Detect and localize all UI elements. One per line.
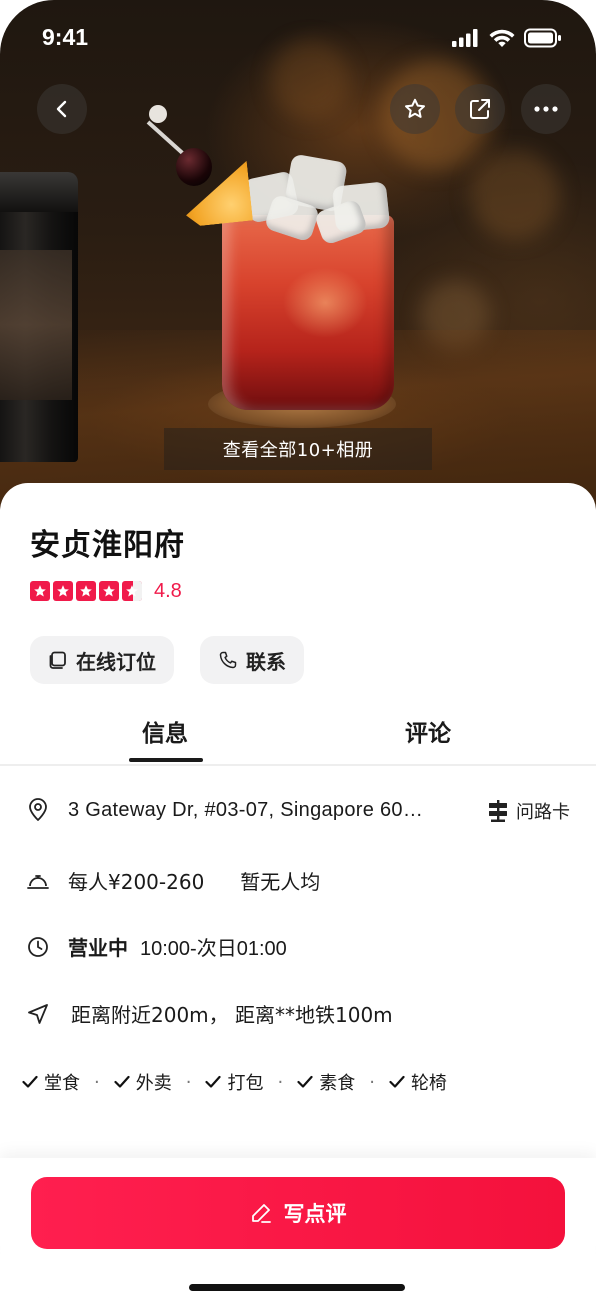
more-button[interactable] <box>521 84 571 134</box>
check-icon <box>297 1075 313 1088</box>
view-album-button[interactable]: 查看全部10+相册 <box>164 428 432 470</box>
star-filled-icon <box>30 581 50 601</box>
service-tag: 素食 <box>297 1069 355 1095</box>
bokeh-light <box>270 40 350 120</box>
home-indicator[interactable] <box>189 1284 405 1291</box>
online-reservation-button[interactable]: 在线订位 <box>30 636 174 684</box>
distance-text: 距离附近200m， 距离**地铁100m <box>71 1003 393 1027</box>
bottle-cap-image <box>0 172 78 212</box>
service-tag: 轮椅 <box>389 1069 447 1095</box>
contact-label: 联系 <box>246 649 286 674</box>
online-reservation-label: 在线订位 <box>76 649 156 674</box>
favorite-button[interactable] <box>390 84 440 134</box>
price-per-person: 每人¥200-260 <box>68 870 205 894</box>
service-tag-label: 素食 <box>319 1073 356 1094</box>
check-icon <box>205 1075 222 1088</box>
star-outline-icon <box>405 98 425 118</box>
active-tab-indicator <box>129 758 203 762</box>
check-icon <box>389 1075 405 1088</box>
average-price-note: 暂无人均 <box>240 870 321 894</box>
service-tag: 外卖 <box>114 1069 172 1095</box>
write-review-button[interactable]: 写点评 <box>31 1177 565 1249</box>
pencil-icon <box>251 1204 271 1223</box>
service-tag-label: 堂食 <box>44 1073 80 1094</box>
navigation-arrow-icon <box>26 1002 50 1026</box>
separator-dot: · <box>185 1071 192 1093</box>
contact-button[interactable]: 联系 <box>200 636 304 684</box>
service-tag-label: 轮椅 <box>410 1073 447 1094</box>
service-tag-label: 打包 <box>227 1073 264 1094</box>
separator-dot: · <box>277 1071 284 1093</box>
star-filled-icon <box>53 581 73 601</box>
more-icon <box>534 106 558 112</box>
bottle-label-image <box>0 250 72 400</box>
directions-card-button[interactable]: 问路卡 <box>488 798 570 824</box>
rating-stars <box>30 581 142 601</box>
share-icon <box>470 99 490 119</box>
separator-dot: · <box>369 1071 375 1093</box>
service-tag: 堂食 <box>22 1069 80 1095</box>
tab-reviews[interactable]: 评论 <box>405 714 451 748</box>
address-row[interactable]: 3 Gateway Dr, #03-07, Singapore 608532 <box>26 798 428 822</box>
phone-screen: 查看全部10+相册 9:41 安贞淮阳府 4.8 在线订位 联系 信息 评论 3… <box>0 0 596 1298</box>
price-row: 每人¥200-260 暂无人均 <box>26 866 320 895</box>
tab-info[interactable]: 信息 <box>142 714 188 748</box>
location-pin-icon <box>26 798 50 822</box>
service-tag-label: 外卖 <box>135 1073 172 1094</box>
tabs-divider <box>0 764 596 766</box>
distance-row: 距离附近200m， 距离**地铁100m <box>26 999 393 1028</box>
restaurant-name: 安贞淮阳府 <box>30 528 185 563</box>
cocktail-glass-image <box>222 215 394 410</box>
check-icon <box>114 1075 130 1088</box>
hero-photo[interactable]: 查看全部10+相册 <box>0 0 596 510</box>
status-time: 9:41 <box>42 24 89 50</box>
cocktail-pick-end <box>149 105 167 123</box>
cellular-signal-icon <box>452 29 478 47</box>
status-icons <box>452 28 562 48</box>
open-status: 营业中 <box>68 936 128 960</box>
back-button[interactable] <box>37 84 87 134</box>
back-icon <box>56 100 67 118</box>
battery-icon <box>524 28 561 48</box>
share-button[interactable] <box>455 84 505 134</box>
separator-dot: · <box>94 1071 100 1093</box>
address-text: 3 Gateway Dr, #03-07, Singapore 608532 <box>68 798 428 821</box>
reservation-icon <box>49 651 66 669</box>
directions-card-label: 问路卡 <box>516 802 570 823</box>
opening-hours: 10:00-次日01:00 <box>140 938 287 960</box>
check-icon <box>22 1075 38 1088</box>
service-tags: 堂食 · 外卖 · 打包 · 素食 · 轮椅 <box>22 1069 447 1095</box>
service-tag: 打包 <box>205 1069 263 1095</box>
service-bell-icon <box>26 869 50 893</box>
cherry-garnish <box>176 148 212 186</box>
signpost-icon <box>489 800 507 822</box>
star-filled-icon <box>76 581 96 601</box>
hours-row: 营业中 10:00-次日01:00 <box>26 932 287 961</box>
phone-icon <box>219 651 237 669</box>
star-half-icon <box>122 581 142 601</box>
star-filled-icon <box>99 581 119 601</box>
clock-icon <box>26 935 50 959</box>
write-review-label: 写点评 <box>283 1202 347 1226</box>
bokeh-light <box>470 150 560 240</box>
wifi-icon <box>489 29 515 47</box>
rating-value: 4.8 <box>154 580 182 602</box>
